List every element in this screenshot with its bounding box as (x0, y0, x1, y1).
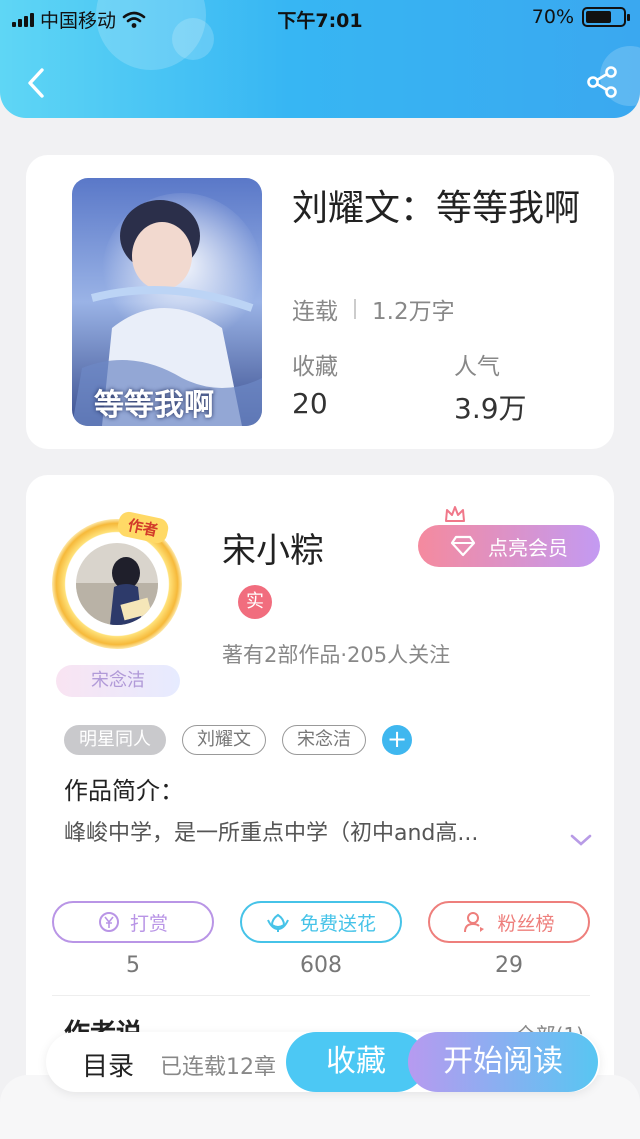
tip-label: 打赏 (129, 912, 168, 935)
book-cover[interactable]: 等等我啊 (72, 178, 262, 426)
stat-popularity-value: 3.9万 (454, 392, 527, 425)
author-name[interactable]: 宋小粽 (222, 523, 324, 572)
tip-count: 5 (126, 953, 140, 978)
tip-button[interactable]: 打赏 (52, 901, 214, 943)
book-word-count: 1.2万字 (372, 299, 455, 325)
battery-level (586, 11, 612, 23)
book-meta: 连载 1.2万字 (292, 292, 455, 326)
send-flower-label: 免费送花 (299, 912, 376, 935)
fan-rank-label: 粉丝榜 (497, 912, 555, 935)
bottom-action-bar: 目录 已连载12章 收藏 开始阅读 (46, 1032, 600, 1092)
fan-rank-button[interactable]: 粉丝榜 (428, 901, 590, 943)
back-chevron-icon[interactable] (20, 64, 54, 102)
book-title: 刘耀文：等等我啊 (292, 188, 581, 229)
fan-count: 29 (495, 953, 523, 978)
vip-button[interactable]: 点亮会员 (418, 525, 600, 567)
status-bar: 中国移动 下午7:01 70% (0, 0, 640, 36)
stat-collect-label: 收藏 (292, 354, 338, 380)
fan-user-icon (464, 912, 485, 933)
add-tag-button[interactable]: + (382, 725, 412, 755)
cover-title: 等等我啊 (94, 388, 214, 423)
tag-item[interactable]: 宋念洁 (282, 725, 366, 755)
start-reading-button[interactable]: 开始阅读 (408, 1032, 598, 1092)
flower-count: 608 (300, 953, 342, 978)
expand-chevron-icon[interactable] (570, 833, 592, 847)
crown-icon (445, 506, 465, 522)
collect-button[interactable]: 收藏 (286, 1032, 426, 1092)
author-fan-tag: 宋念洁 (56, 665, 180, 697)
verified-badge: 实 (238, 585, 272, 619)
tag-item[interactable]: 刘耀文 (182, 725, 266, 755)
share-icon[interactable] (584, 64, 620, 100)
toc-button[interactable]: 目录 (82, 1046, 134, 1083)
battery-percent: 70% (531, 6, 574, 28)
yen-coin-icon (98, 912, 119, 932)
author-info: 著有2部作品·205人关注 (222, 643, 451, 667)
diamond-icon (450, 535, 476, 557)
header: 中国移动 下午7:01 70% (0, 0, 640, 118)
meta-divider (354, 299, 356, 319)
flower-icon (267, 913, 289, 932)
tag-list: 明星同人 刘耀文 宋念洁 + (64, 725, 412, 755)
book-info-card: 等等我啊 刘耀文：等等我啊 连载 1.2万字 收藏 20 人气 3.9万 (26, 155, 614, 449)
author-avatar[interactable]: 作者 (52, 510, 182, 649)
stat-popularity-label: 人气 (454, 354, 500, 380)
battery-icon (582, 7, 630, 27)
vip-button-label: 点亮会员 (488, 535, 568, 560)
tag-item[interactable]: 明星同人 (64, 725, 166, 755)
stat-collect-value: 20 (292, 387, 328, 420)
avatar-image (76, 543, 158, 625)
send-flower-button[interactable]: 免费送花 (240, 901, 402, 943)
section-divider (52, 995, 590, 996)
chapter-count: 已连载12章 (160, 1055, 276, 1080)
intro-text[interactable]: 峰峻中学，是一所重点中学（初中and高... (64, 815, 556, 847)
intro-title: 作品简介： (64, 777, 184, 805)
book-status: 连载 (292, 299, 338, 325)
